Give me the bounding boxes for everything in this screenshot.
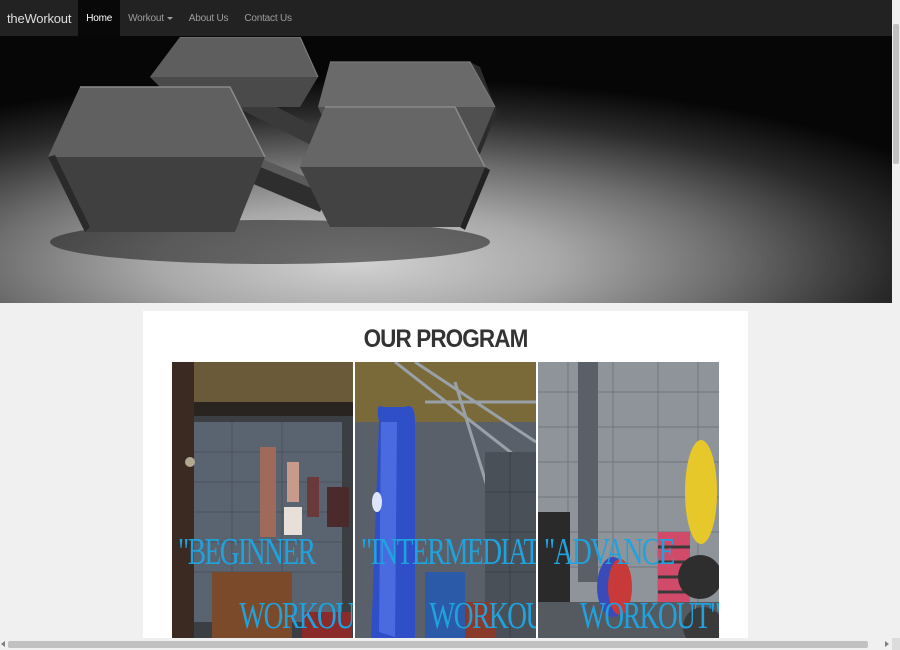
tile-label-line2: WORKOUT" <box>239 595 353 637</box>
program-section: OUR PROGRAM "BEGINNER WORKOU "INTERMEDIA… <box>143 311 748 638</box>
nav-about-us[interactable]: About Us <box>181 0 237 36</box>
brand-link[interactable]: theWorkout <box>0 0 78 36</box>
vertical-scrollbar[interactable] <box>892 0 900 638</box>
horizontal-scroll-thumb[interactable] <box>8 641 868 648</box>
hero-dumbbells-image <box>0 37 892 303</box>
navbar: theWorkout Home Workout About Us Contact… <box>0 0 892 37</box>
scrollbar-corner <box>892 638 900 650</box>
nav-workout-dropdown[interactable]: Workout <box>120 0 181 36</box>
caret-down-icon <box>166 17 173 20</box>
nav-contact-us[interactable]: Contact Us <box>236 0 299 36</box>
scroll-right-arrow-icon[interactable] <box>885 641 889 647</box>
program-tile-beginner[interactable]: "BEGINNER WORKOUT" <box>172 362 353 638</box>
tile-label: "ADVANCE WORKOUT" <box>544 532 719 637</box>
tile-label-line2: WORKOUT" <box>429 595 536 637</box>
tile-label-line1: "BEGINNER <box>178 531 316 573</box>
nav-home[interactable]: Home <box>78 0 121 36</box>
tile-label-line1: "INTERMEDIATE <box>361 531 536 573</box>
horizontal-scrollbar[interactable] <box>0 638 892 650</box>
program-title: OUR PROGRAM <box>363 325 529 353</box>
tile-label: "INTERMEDIATE WORKOUT" <box>361 532 536 637</box>
vertical-scroll-thumb[interactable] <box>893 24 899 164</box>
program-tile-intermediate[interactable]: "INTERMEDIATE WORKOUT" <box>355 362 536 638</box>
dumbbells-illustration <box>48 37 497 264</box>
tile-label: "BEGINNER WORKOUT" <box>178 532 353 637</box>
nav-workout-label: Workout <box>128 12 164 24</box>
scroll-left-arrow-icon[interactable] <box>1 641 5 647</box>
tile-label-line2: WORKOUT" <box>580 595 719 637</box>
tile-label-line1: "ADVANCE <box>544 531 675 573</box>
browser-viewport: theWorkout Home Workout About Us Contact… <box>0 0 892 638</box>
program-tile-advance[interactable]: "ADVANCE WORKOUT" <box>538 362 719 638</box>
